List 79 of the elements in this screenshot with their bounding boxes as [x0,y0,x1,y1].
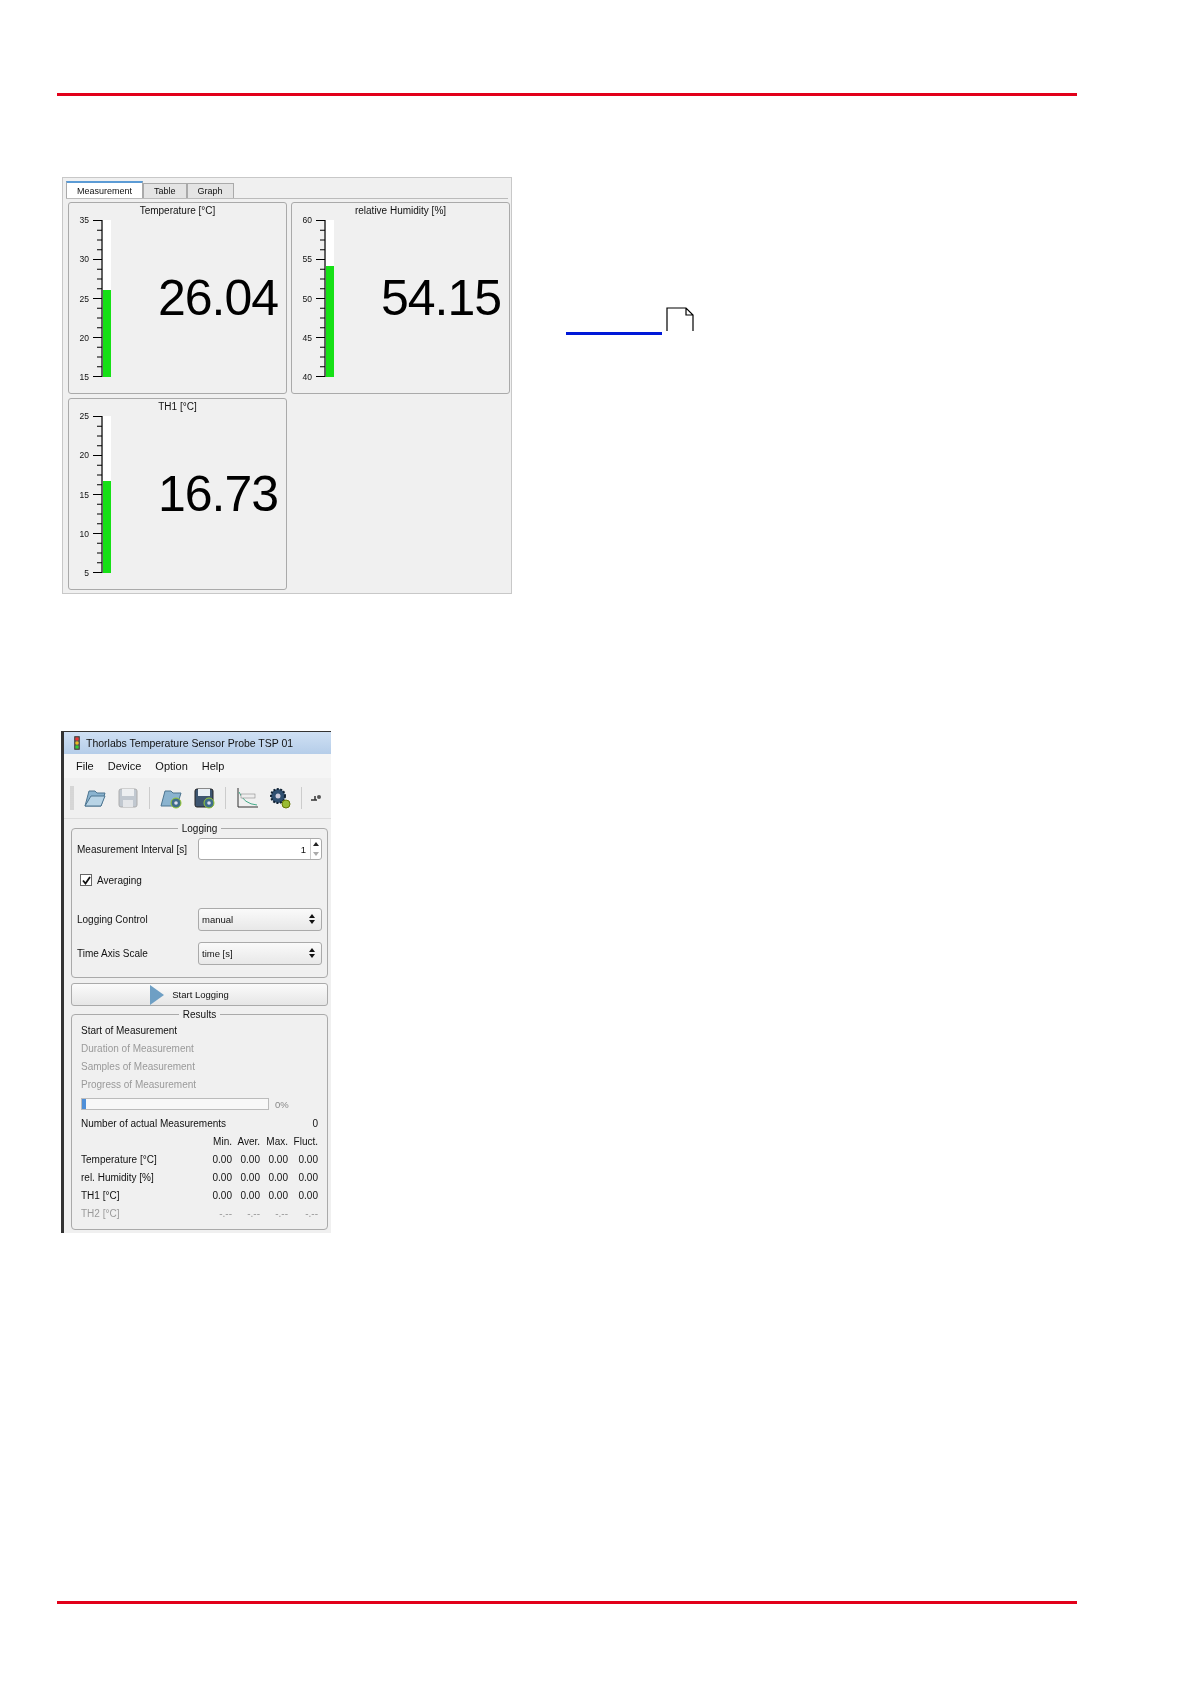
up-down-arrows-icon [308,913,316,925]
table-cell-text: 0.00 [297,1153,318,1167]
table-cell-text: 0.00 [297,1189,318,1203]
up-down-arrows-icon [308,947,316,959]
menu-item[interactable]: File [70,759,100,773]
table-cell-text: -.-- [274,1207,288,1221]
result-label: Progress of Measurement [81,1078,198,1092]
table-cell-text: 0.00 [239,1153,260,1167]
group-title: Results [181,1009,218,1020]
checkbox-label: Averaging [97,874,142,886]
tab[interactable]: Measurement [66,181,144,198]
settings-icon[interactable] [268,786,292,810]
scale-label: 60 [302,215,312,225]
floppy-disk-gear-icon[interactable] [192,786,216,810]
scale-label: 10 [79,528,89,539]
scale-label: 40 [302,372,312,382]
scale-label: 5 [84,568,89,578]
scale-label: 50 [302,293,312,304]
field-label: Time Axis Scale [77,947,148,959]
progress-reading: 0% [275,1098,289,1110]
column-header: Aver. [236,1135,260,1149]
tab[interactable]: Graph [186,183,234,198]
row-label: Temperature [°C] [81,1153,158,1167]
row-label: TH2 [°C] [81,1207,121,1221]
graph-clear-icon[interactable] [235,786,259,810]
scale-label: 55 [302,254,312,265]
table-cell-text: 0.00 [211,1171,232,1185]
column-header: Min. [212,1135,232,1149]
result-label: Duration of Measurement [81,1042,195,1056]
reading-value: 54.15 [380,270,501,326]
dropdown[interactable]: manual [198,907,322,931]
menu-item[interactable]: Help [195,759,231,773]
play-icon [150,984,165,1005]
row-label: TH1 [°C] [81,1189,121,1203]
start-logging-button[interactable]: Start Logging [71,983,328,1006]
count-value: 0 [312,1117,318,1131]
interval-spinbox[interactable]: 1 [198,838,322,860]
table-cell-text: -.-- [246,1207,260,1221]
row-label: rel. Humidity [%] [81,1171,155,1185]
meter-title: Temperature [°C] [139,205,216,217]
scale-label: 45 [302,332,312,343]
scale-label: 20 [79,332,89,343]
table-cell-text: 0.00 [267,1171,288,1185]
table-cell-text: 0.00 [267,1189,288,1203]
menu-item[interactable]: Option [149,759,194,773]
scale-label: 35 [79,215,89,225]
page-icon [666,307,694,331]
column-header: Max. [265,1135,288,1149]
scale-label: 15 [79,489,89,500]
count-label: Number of actual Measurements [81,1117,227,1131]
table-cell-text: 0.00 [239,1189,260,1203]
result-label: Start of Measurement [81,1024,179,1038]
table-cell-text: -.-- [218,1207,232,1221]
field-label: Logging Control [77,913,148,925]
result-label: Samples of Measurement [81,1060,196,1074]
table-cell-text: 0.00 [267,1153,288,1167]
traffic-light-icon [74,736,80,750]
table-cell-text: -.-- [304,1207,318,1221]
table-cell-text: 0.00 [239,1171,260,1185]
group-title: Logging [180,823,219,834]
scale-label: 25 [79,293,89,304]
window-title: Thorlabs Temperature Sensor Probe TSP 01 [86,737,294,749]
table-cell-text: 0.00 [297,1171,318,1185]
meter-title: relative Humidity [%] [354,205,447,217]
scale-label: 25 [79,411,89,421]
averaging-checkbox[interactable] [80,874,92,886]
scale-label: 15 [79,372,89,382]
meter-title: TH1 [°C] [158,401,197,413]
table-cell-text: 0.00 [211,1153,232,1167]
column-header: Fluct. [292,1135,318,1149]
reading-value: 26.04 [157,270,278,326]
table-cell-text: 0.00 [211,1189,232,1203]
reading-value: 16.73 [157,466,278,522]
menu-item[interactable]: Device [101,759,148,773]
dropdown[interactable]: time [s] [198,941,322,965]
field-label: Measurement Interval [s] [77,843,188,855]
tab[interactable]: Table [143,183,187,198]
scale-label: 20 [79,450,89,461]
scale-label: 30 [79,254,89,265]
